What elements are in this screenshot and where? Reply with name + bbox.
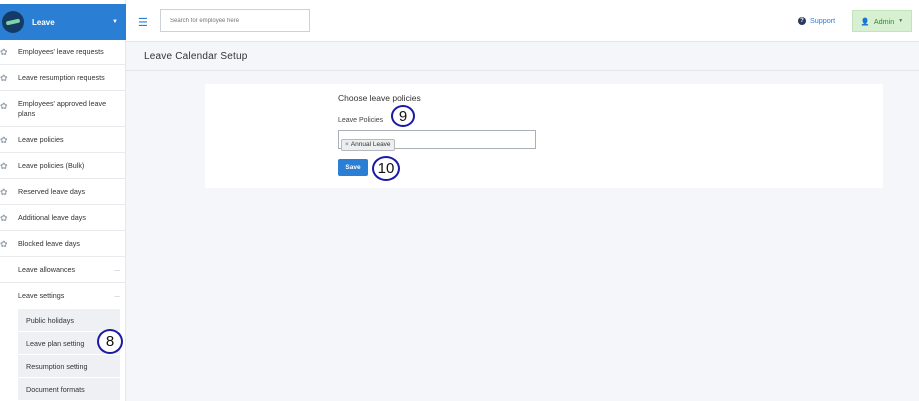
support-label: Support	[810, 16, 836, 25]
sidebar-subitem-label: Leave plan setting	[26, 338, 85, 348]
sidebar-item-label: Blocked leave days	[18, 238, 80, 248]
page-title: Leave Calendar Setup	[144, 51, 248, 62]
sidebar-item-leave-allowances[interactable]: Leave allowances ...	[0, 257, 126, 283]
support-link[interactable]: ? Support	[798, 16, 835, 25]
sidebar-subitem-label: Document formats	[26, 384, 85, 394]
sidebar-item-label: Leave policies (Bulk)	[18, 160, 85, 170]
sidebar-item-label: Reserved leave days	[18, 186, 86, 196]
sidebar-item-approved-leave-plans[interactable]: ✿ Employees' approved leave plans	[0, 91, 126, 127]
sidebar-item-label: Leave settings	[18, 291, 65, 300]
sidebar-item-label: Employees' leave requests	[18, 47, 104, 56]
step-marker-8: 8	[97, 329, 123, 354]
gear-icon: ✿	[0, 134, 8, 145]
sidebar-subitem-label: Public holidays	[26, 315, 74, 325]
selected-policy-chip[interactable]: × Annual Leave	[341, 138, 395, 151]
sidebar-item-resumption-requests[interactable]: ✿ Leave resumption requests	[0, 65, 126, 91]
divider	[126, 70, 919, 71]
caret-down-icon: ▼	[112, 19, 118, 25]
remove-chip-icon[interactable]: ×	[345, 141, 349, 148]
sidebar-item-leave-policies-bulk[interactable]: ✿ Leave policies (Bulk)	[0, 153, 126, 179]
gear-icon: ✿	[0, 47, 8, 57]
gear-icon: ✿	[0, 212, 8, 223]
gear-icon: ✿	[0, 186, 8, 197]
more-dots-icon: ...	[114, 292, 120, 299]
selected-policy-label: Annual Leave	[350, 141, 391, 148]
sidebar-item-label: Leave resumption requests	[18, 72, 105, 82]
sidebar-item-blocked-leave-days[interactable]: ✿ Blocked leave days	[0, 231, 126, 257]
step-marker-9: 9	[391, 105, 415, 127]
sidebar-item-leave-settings[interactable]: Leave settings ...	[0, 283, 126, 309]
employee-search-input[interactable]	[160, 9, 310, 32]
settings-card	[205, 84, 883, 188]
gear-icon: ✿	[0, 101, 8, 111]
sidebar-subitem-resumption-setting[interactable]: Resumption setting	[18, 355, 120, 378]
module-switcher[interactable]: Leave ▼	[0, 4, 126, 40]
sidebar-item-label: Employees' approved leave plans	[18, 98, 107, 118]
sidebar-subitem-public-holidays[interactable]: Public holidays	[18, 309, 120, 332]
sidebar-item-reserved-leave-days[interactable]: ✿ Reserved leave days	[0, 179, 126, 205]
help-circle-icon: ?	[798, 16, 806, 25]
save-button[interactable]: Save	[338, 159, 368, 176]
leave-policies-label: Leave Policies	[338, 117, 384, 124]
sidebar-item-label: Additional leave days	[18, 212, 86, 222]
sidebar-subitem-label: Resumption setting	[26, 361, 88, 371]
caret-down-icon: ▼	[898, 18, 904, 24]
sidebar-item-label: Leave policies	[18, 134, 64, 144]
sidebar-item-leave-requests[interactable]: ✿ Employees' leave requests	[0, 40, 126, 65]
company-logo	[2, 11, 24, 33]
gear-icon: ✿	[0, 72, 8, 83]
user-menu-label: Admin	[873, 16, 895, 26]
sidebar-item-additional-leave-days[interactable]: ✿ Additional leave days	[0, 205, 126, 231]
gear-icon: ✿	[0, 160, 8, 171]
user-menu-button[interactable]: 👤 Admin ▼	[852, 10, 912, 32]
hamburger-menu-icon[interactable]: ☰	[138, 16, 148, 29]
gear-icon: ✿	[0, 238, 8, 249]
module-title: Leave	[32, 17, 55, 27]
section-label: Choose leave policies	[338, 93, 421, 103]
more-dots-icon: ...	[114, 265, 120, 273]
user-icon: 👤	[860, 16, 870, 26]
sidebar-subitem-document-formats[interactable]: Document formats	[18, 378, 120, 401]
leave-policies-multiselect[interactable]: × Annual Leave	[338, 130, 536, 151]
sidebar-item-leave-policies[interactable]: ✿ Leave policies	[0, 127, 126, 153]
top-bar: ☰ ? Support 👤 Admin ▼	[126, 0, 919, 42]
sidebar-item-label: Leave allowances	[18, 264, 76, 274]
step-marker-10: 10	[372, 156, 400, 181]
